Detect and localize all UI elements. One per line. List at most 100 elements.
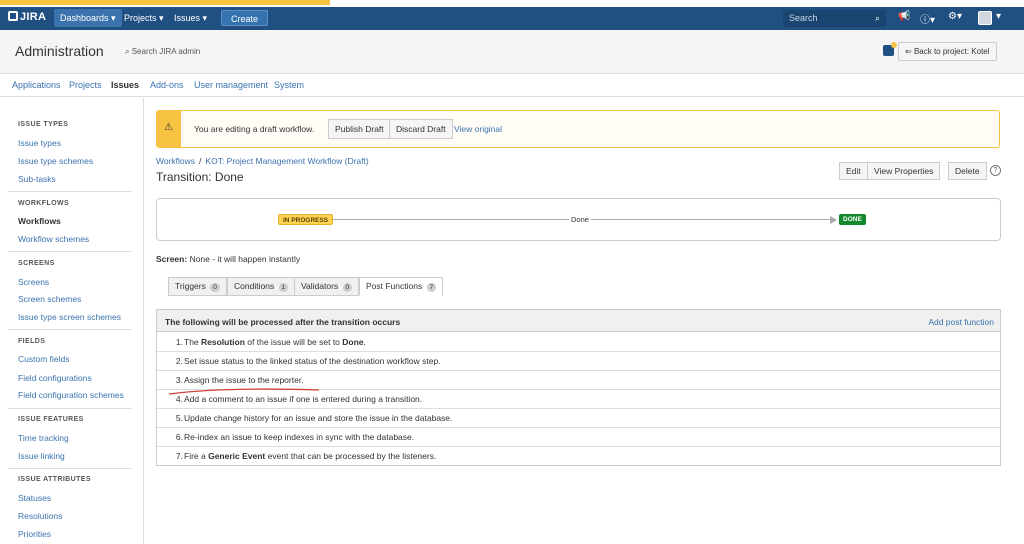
admin-search-label: Search JIRA admin xyxy=(131,47,201,56)
tab-post-functions[interactable]: Post Functions 7 xyxy=(359,277,444,296)
row-number: 4. xyxy=(175,394,183,404)
edit-button[interactable]: Edit xyxy=(839,162,868,180)
tab-projects[interactable]: Projects xyxy=(69,80,102,90)
breadcrumb-workflow[interactable]: KOT: Project Management Workflow (Draft) xyxy=(205,156,368,166)
megaphone-icon[interactable]: 📢 xyxy=(898,11,910,22)
sidebar-item-custom-fields[interactable]: Custom fields xyxy=(18,354,70,364)
row-text: The xyxy=(184,337,202,347)
sidebar-divider xyxy=(8,408,132,409)
tab-applications[interactable]: Applications xyxy=(12,80,61,90)
sidebar-item-time-tracking[interactable]: Time tracking xyxy=(18,433,69,443)
row-bold-text: Done xyxy=(342,337,364,347)
sidebar-item-screen-schemes[interactable]: Screen schemes xyxy=(18,294,81,304)
tab-user-management[interactable]: User management xyxy=(194,80,268,90)
row-number: 3. xyxy=(175,375,183,385)
row-description: Set issue status to the linked status of… xyxy=(184,356,441,366)
publish-draft-button[interactable]: Publish Draft xyxy=(328,119,391,139)
create-button[interactable]: Create xyxy=(221,10,269,26)
sidebar-divider xyxy=(8,329,132,330)
sidebar-item-statuses[interactable]: Statuses xyxy=(18,493,51,503)
tab-conditions[interactable]: Conditions 1 xyxy=(227,277,296,296)
row-text: event that can be processed by the liste… xyxy=(265,451,437,461)
tab-validators[interactable]: Validators 0 xyxy=(294,277,360,296)
table-row: 7. Fire a Generic Event event that can b… xyxy=(157,447,1000,466)
help-icon[interactable]: ⓘ▾ xyxy=(920,11,935,26)
chevron-down-icon[interactable]: ▾ xyxy=(996,11,1001,22)
top-navigation-bar: JIRA Dashboards ▾ Projects ▾ Issues ▾ Cr… xyxy=(0,7,1024,30)
row-description: Update change history for an issue and s… xyxy=(184,413,453,423)
arrow-icon xyxy=(830,216,837,224)
projects-menu[interactable]: Projects ▾ xyxy=(118,9,170,27)
gear-icon[interactable]: ⚙▾ xyxy=(948,11,962,22)
admin-search[interactable]: ⌕ Search JIRA admin xyxy=(125,47,200,57)
issues-label: Issues xyxy=(174,13,201,23)
row-number: 7. xyxy=(175,451,183,461)
search-input[interactable]: Search ⌕ xyxy=(783,10,886,27)
table-row: 6. Re-index an issue to keep indexes in … xyxy=(157,428,1000,447)
row-number: 6. xyxy=(175,432,183,442)
sidebar-item-issue-type-screen-schemes[interactable]: Issue type screen schemes xyxy=(18,312,121,322)
sidebar-item-sub-tasks[interactable]: Sub-tasks xyxy=(18,174,56,184)
sidebar-item-issue-linking[interactable]: Issue linking xyxy=(18,451,65,461)
sidebar-item-screens[interactable]: Screens xyxy=(18,277,49,287)
table-row: 5. Update change history for an issue an… xyxy=(157,409,1000,428)
breadcrumb-workflows[interactable]: Workflows xyxy=(156,156,195,166)
post-functions-header: The following will be processed after th… xyxy=(157,310,1000,332)
avatar[interactable] xyxy=(978,11,992,25)
breadcrumb-separator: / xyxy=(199,156,202,166)
sidebar-item-workflow-schemes[interactable]: Workflow schemes xyxy=(18,234,89,244)
sidebar-item-field-configurations[interactable]: Field configurations xyxy=(18,373,92,383)
sidebar: ISSUE TYPES Issue types Issue type schem… xyxy=(0,98,144,544)
projects-label: Projects xyxy=(124,13,157,23)
row-description: Fire a Generic Event event that can be p… xyxy=(184,447,436,466)
sidebar-item-issue-types[interactable]: Issue types xyxy=(18,138,61,148)
tab-issues[interactable]: Issues xyxy=(111,80,139,90)
row-bold-text: Generic Event xyxy=(208,451,266,461)
tab-add-ons[interactable]: Add-ons xyxy=(150,80,184,90)
search-placeholder: Search xyxy=(789,13,818,23)
search-icon: ⌕ xyxy=(125,47,132,56)
back-to-project-button[interactable]: ⇐ Back to project: Kotel xyxy=(898,42,997,61)
screen-value: None - it will happen instantly xyxy=(189,254,301,264)
row-number: 1. xyxy=(175,337,183,347)
dashboards-menu[interactable]: Dashboards ▾ xyxy=(54,9,122,27)
tab-system[interactable]: System xyxy=(274,80,304,90)
sidebar-item-field-configuration-schemes[interactable]: Field configuration schemes xyxy=(18,390,124,400)
jira-logo-text: JIRA xyxy=(20,11,47,23)
row-number: 2. xyxy=(175,356,183,366)
notification-icon[interactable] xyxy=(883,42,897,56)
chevron-down-icon: ▾ xyxy=(111,13,116,23)
view-original-link[interactable]: View original xyxy=(454,124,502,134)
sidebar-item-issue-type-schemes[interactable]: Issue type schemes xyxy=(18,156,93,166)
tab-conditions-label: Conditions xyxy=(234,281,275,291)
transition-label: Done xyxy=(569,215,591,224)
issues-menu[interactable]: Issues ▾ xyxy=(168,9,213,27)
chevron-down-icon: ▾ xyxy=(159,13,164,23)
sidebar-heading-issue-attributes: ISSUE ATTRIBUTES xyxy=(18,476,91,483)
row-text: Fire a xyxy=(184,451,209,461)
tab-post-functions-count: 7 xyxy=(426,283,437,292)
tab-validators-count: 0 xyxy=(342,283,353,292)
delete-button[interactable]: Delete xyxy=(948,162,987,180)
discard-draft-button[interactable]: Discard Draft xyxy=(389,119,453,139)
help-icon[interactable]: ? xyxy=(990,165,1001,176)
sidebar-item-resolutions[interactable]: Resolutions xyxy=(18,511,62,521)
draft-warning-message: ⚠ You are editing a draft workflow. Publ… xyxy=(156,110,1000,148)
sidebar-divider xyxy=(8,191,132,192)
tab-triggers[interactable]: Triggers 0 xyxy=(168,277,227,296)
back-button-label: Back to project: Kotel xyxy=(913,47,990,56)
tab-post-functions-label: Post Functions xyxy=(366,281,423,291)
table-row: 3. Assign the issue to the reporter. xyxy=(157,371,1000,390)
table-row: 2. Set issue status to the linked status… xyxy=(157,352,1000,371)
status-in-progress: IN PROGRESS xyxy=(278,214,334,225)
view-properties-button[interactable]: View Properties xyxy=(867,162,941,180)
notification-badge xyxy=(891,42,897,48)
jira-logo[interactable]: JIRA xyxy=(8,11,46,23)
sidebar-item-priorities[interactable]: Priorities xyxy=(18,529,51,539)
sidebar-heading-issue-features: ISSUE FEATURES xyxy=(18,416,84,423)
add-post-function-link[interactable]: Add post function xyxy=(928,317,994,327)
warning-icon: ⚠ xyxy=(164,122,173,133)
row-bold-text: Resolution xyxy=(201,337,245,347)
sidebar-item-workflows[interactable]: Workflows xyxy=(18,216,61,226)
admin-header: Administration ⌕ Search JIRA admin ⇐ Bac… xyxy=(0,30,1024,74)
